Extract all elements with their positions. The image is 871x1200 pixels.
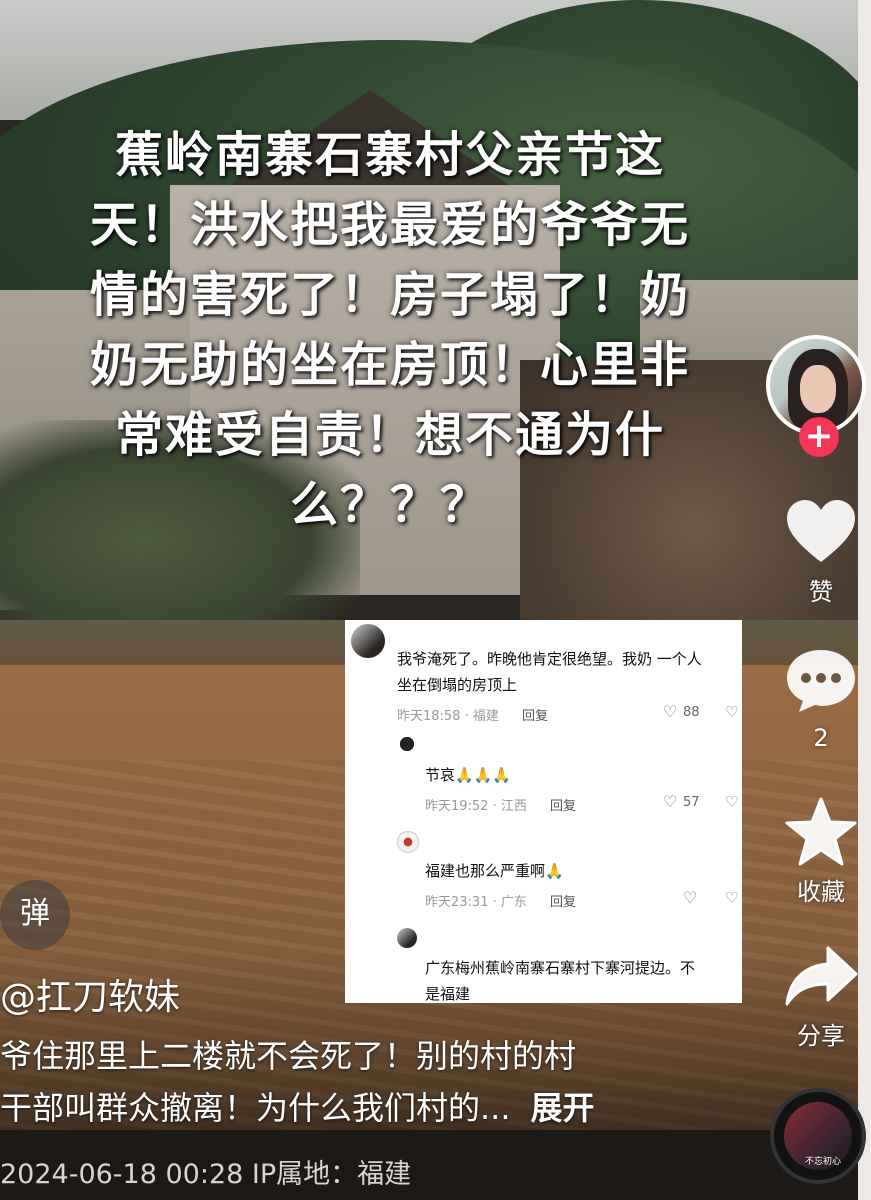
caption-line: 奶无助的坐在房顶！心里非 bbox=[89, 337, 690, 393]
commenter-avatar[interactable] bbox=[397, 736, 417, 756]
comment-count: 2 bbox=[813, 724, 829, 752]
share-icon bbox=[785, 946, 858, 1006]
video-description: 爷住那里上二楼就不会死了！别的村的村 干部叫群众撤离！为什么我们村的... 展开 bbox=[0, 1030, 700, 1134]
comment-time: 昨天18:58 · 福建 bbox=[397, 709, 499, 724]
heart-icon bbox=[787, 500, 855, 562]
favorite-label: 收藏 bbox=[797, 878, 845, 906]
post-meta: 2024-06-18 00:28 IP属地：福建 bbox=[0, 1159, 412, 1190]
comment-button[interactable] bbox=[778, 648, 864, 718]
description-text: 干部叫群众撤离！为什么我们村的... bbox=[0, 1089, 511, 1127]
description-line: 干部叫群众撤离！为什么我们村的... 展开 bbox=[0, 1082, 700, 1134]
comment-text: 广东梅州蕉岭南寨石寨村下寨河提边。不 是福建 bbox=[425, 955, 695, 1003]
avatar-face bbox=[800, 365, 836, 413]
commenter-avatar[interactable] bbox=[397, 831, 419, 853]
reply-button[interactable]: 回复 bbox=[550, 891, 576, 910]
heart-icon[interactable]: ♡ bbox=[683, 888, 697, 907]
favorite-button[interactable] bbox=[778, 796, 864, 872]
plus-icon: + bbox=[804, 416, 834, 456]
share-button[interactable] bbox=[778, 944, 864, 1012]
danmaku-label: 弹 bbox=[20, 896, 50, 931]
comment-text: 节哀🙏🙏🙏 bbox=[425, 766, 512, 784]
danmaku-toggle[interactable]: 弹 bbox=[0, 880, 70, 950]
comment-text-line: 坐在倒塌的房顶上 bbox=[397, 676, 518, 694]
comment-time: 昨天19:52 · 江西 bbox=[425, 799, 527, 814]
dislike-icon[interactable]: ♡ bbox=[725, 793, 738, 811]
reply-button[interactable]: 回复 bbox=[550, 795, 576, 814]
caption-line: 情的害死了！房子塌了！奶 bbox=[89, 267, 690, 323]
comment-text: 福建也那么严重啊🙏 bbox=[425, 862, 564, 880]
like-label: 赞 bbox=[809, 578, 833, 606]
comment-text-line: 是福建 bbox=[425, 985, 471, 1003]
disc-text: 不忘初心 bbox=[804, 1157, 841, 1167]
author-name[interactable]: @扛刀软妹 bbox=[0, 968, 180, 1020]
caption-line: 蕉岭南寨石寨村父亲节这 bbox=[114, 127, 665, 183]
description-line: 爷住那里上二楼就不会死了！别的村的村 bbox=[0, 1037, 577, 1075]
caption-line: 天！洪水把我最爱的爷爷无 bbox=[89, 197, 690, 253]
heart-icon[interactable]: ♡ bbox=[663, 792, 677, 811]
expand-button[interactable]: 展开 bbox=[531, 1089, 595, 1127]
commenter-avatar[interactable] bbox=[351, 624, 385, 658]
share-label: 分享 bbox=[797, 1022, 845, 1050]
caption-line: 么？？？ bbox=[289, 477, 490, 533]
star-icon bbox=[785, 797, 857, 866]
video-caption: 蕉岭南寨石寨村父亲节这 天！洪水把我最爱的爷爷无 情的害死了！房子塌了！奶 奶无… bbox=[40, 120, 740, 540]
comment-icon bbox=[787, 650, 855, 712]
comment-screenshot: 我爷淹死了。昨晚他肯定很绝望。我奶 一个人 坐在倒塌的房顶上 昨天18:58 ·… bbox=[345, 620, 742, 1003]
comment-time: 昨天23:31 · 广东 bbox=[425, 895, 527, 910]
commenter-avatar[interactable] bbox=[397, 928, 417, 948]
comment-text-line: 我爷淹死了。昨晚他肯定很绝望。我奶 一个人 bbox=[397, 650, 702, 668]
like-count: 88 bbox=[683, 705, 700, 720]
like-button[interactable] bbox=[778, 498, 864, 570]
follow-button[interactable]: + bbox=[799, 417, 839, 457]
heart-icon[interactable]: ♡ bbox=[663, 702, 677, 721]
reply-button[interactable]: 回复 bbox=[522, 705, 548, 724]
comment-text-line: 广东梅州蕉岭南寨石寨村下寨河提边。不 bbox=[425, 959, 696, 977]
comment-text: 我爷淹死了。昨晚他肯定很绝望。我奶 一个人 坐在倒塌的房顶上 bbox=[397, 646, 702, 698]
caption-line: 常难受自责！想不通为什 bbox=[114, 407, 665, 463]
dislike-icon[interactable]: ♡ bbox=[725, 703, 738, 721]
music-disc[interactable]: 不忘初心 bbox=[770, 1088, 866, 1184]
dislike-icon[interactable]: ♡ bbox=[725, 889, 738, 907]
like-count: 57 bbox=[683, 795, 700, 810]
